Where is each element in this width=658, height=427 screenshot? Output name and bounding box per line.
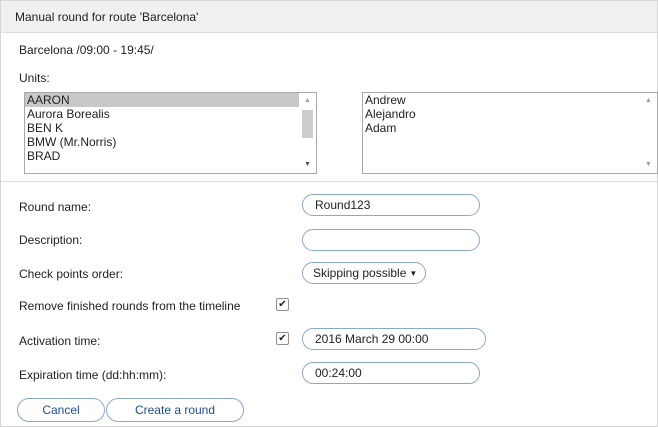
chosen-units-scrollbar[interactable]: ▲ ▼ bbox=[640, 93, 657, 173]
activation-time-label: Activation time: bbox=[19, 334, 101, 348]
unit-list-item[interactable]: BEN K bbox=[25, 121, 316, 135]
description-label: Description: bbox=[19, 233, 83, 247]
chevron-down-icon: ▼ bbox=[409, 269, 418, 278]
chosen-units-list[interactable]: Andrew Alejandro Adam ▲ ▼ bbox=[362, 92, 658, 174]
manual-round-dialog: Manual round for route 'Barcelona' Barce… bbox=[0, 0, 658, 427]
unit-list-item[interactable]: BMW (Mr.Norris) bbox=[25, 135, 316, 149]
checkpoints-order-value: Skipping possible bbox=[313, 266, 407, 280]
cancel-button[interactable]: Cancel bbox=[17, 398, 105, 422]
form-divider bbox=[1, 181, 657, 182]
expiration-time-input[interactable]: 00:24:00 bbox=[302, 362, 480, 384]
create-round-button[interactable]: Create a round bbox=[106, 398, 244, 422]
checkpoints-order-label: Check points order: bbox=[19, 267, 124, 281]
unit-list-item[interactable]: BRAD bbox=[25, 149, 316, 163]
remove-finished-checkbox[interactable]: ✔ bbox=[276, 298, 289, 311]
dialog-title: Manual round for route 'Barcelona' bbox=[1, 1, 657, 33]
route-info: Barcelona /09:00 - 19:45/ bbox=[19, 43, 154, 57]
scroll-down-icon[interactable]: ▼ bbox=[640, 158, 657, 172]
round-name-input[interactable]: Round123 bbox=[302, 194, 480, 216]
activation-time-input[interactable]: 2016 March 29 00:00 bbox=[302, 328, 486, 350]
available-units-scrollbar[interactable]: ▲ ▼ bbox=[299, 93, 316, 173]
units-label: Units: bbox=[19, 71, 50, 85]
unit-list-item[interactable]: Andrew bbox=[363, 93, 657, 107]
expiration-time-label: Expiration time (dd:hh:mm): bbox=[19, 368, 167, 382]
scroll-up-icon[interactable]: ▲ bbox=[299, 94, 316, 108]
remove-finished-label: Remove finished rounds from the timeline bbox=[19, 299, 241, 313]
description-input[interactable] bbox=[302, 229, 480, 251]
unit-list-item[interactable]: AARON bbox=[25, 93, 316, 107]
scroll-down-icon[interactable]: ▼ bbox=[299, 158, 316, 172]
scroll-thumb[interactable] bbox=[302, 110, 313, 138]
scroll-up-icon[interactable]: ▲ bbox=[640, 94, 657, 108]
round-name-label: Round name: bbox=[19, 200, 92, 214]
checkpoints-order-select[interactable]: Skipping possible ▼ bbox=[302, 262, 427, 284]
unit-list-item[interactable]: Aurora Borealis bbox=[25, 107, 316, 121]
activation-time-checkbox[interactable]: ✔ bbox=[276, 332, 289, 345]
unit-list-item[interactable]: Alejandro bbox=[363, 107, 657, 121]
unit-list-item[interactable]: Adam bbox=[363, 121, 657, 135]
available-units-list[interactable]: AARON Aurora Borealis BEN K BMW (Mr.Norr… bbox=[24, 92, 317, 174]
